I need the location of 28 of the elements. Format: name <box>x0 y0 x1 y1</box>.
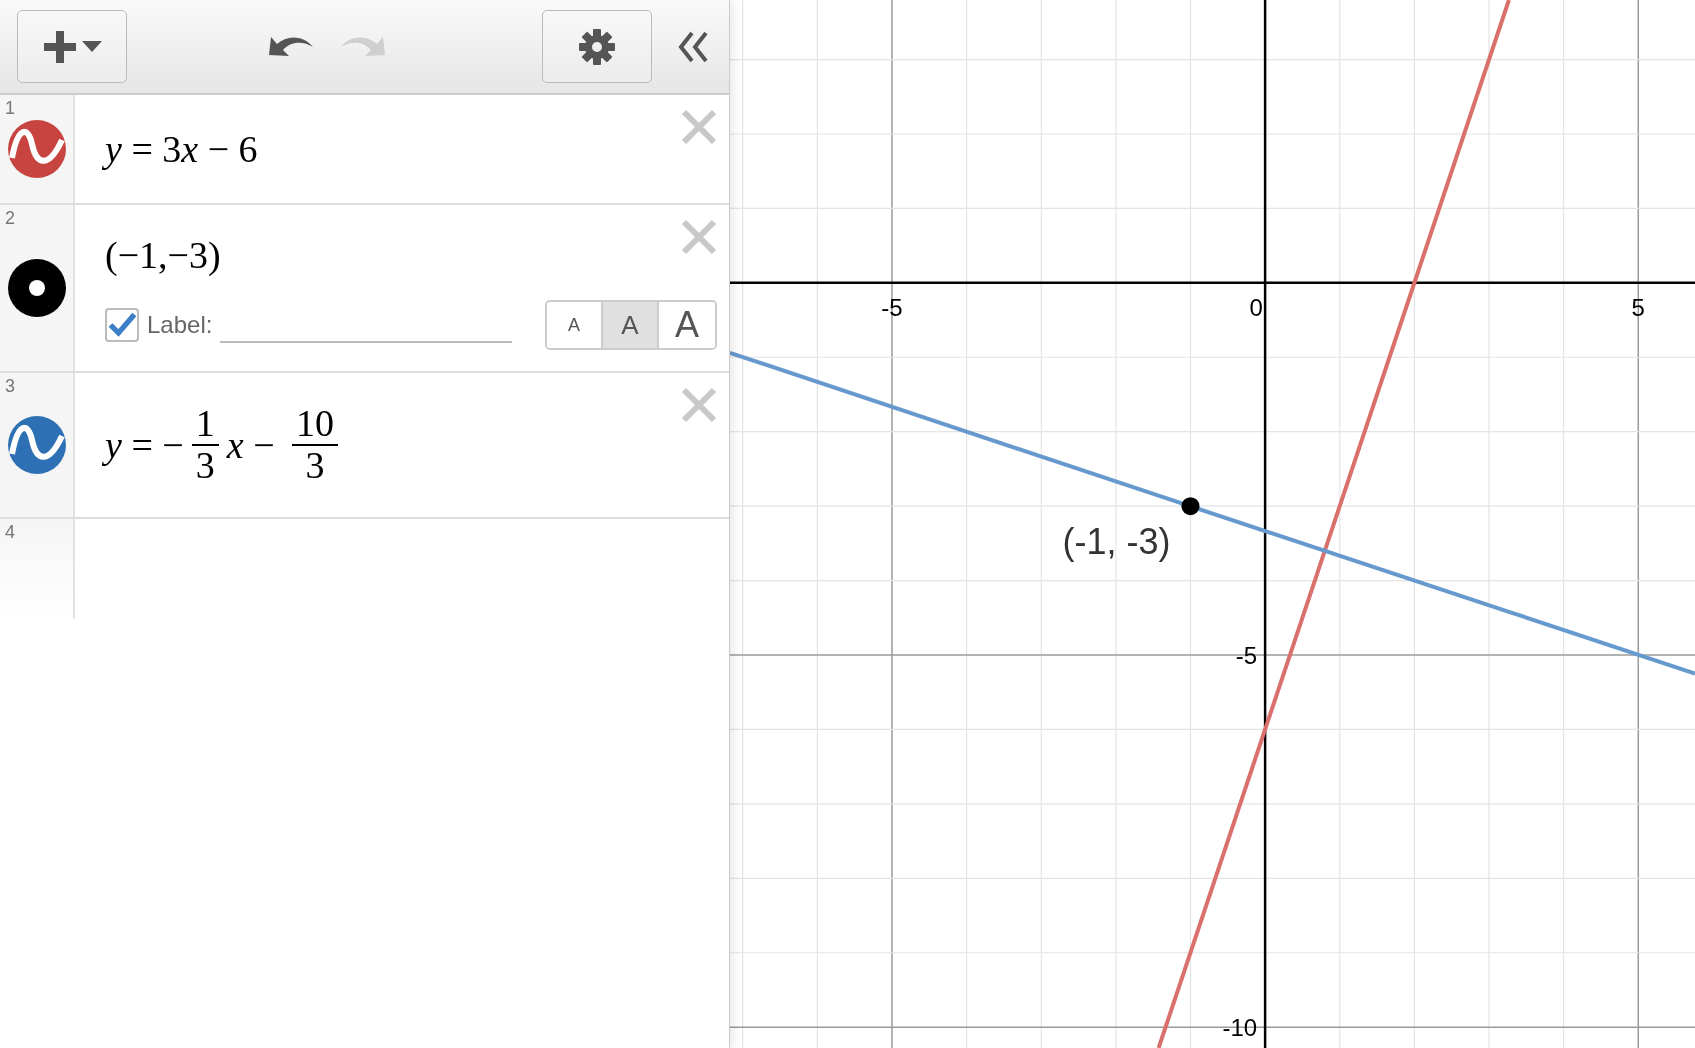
close-icon <box>681 219 717 255</box>
line-number: 1 <box>5 99 15 117</box>
line-number: 2 <box>5 209 15 227</box>
plus-icon <box>42 28 78 65</box>
label-size-button[interactable]: A <box>547 301 603 348</box>
point-label: (-1, -3) <box>1062 521 1171 563</box>
add-button[interactable] <box>17 10 127 83</box>
close-icon <box>681 387 717 423</box>
settings-button[interactable] <box>542 10 652 83</box>
tick-label: 0 <box>1249 293 1263 321</box>
line-number: 4 <box>5 523 15 541</box>
label-text: Label: <box>147 309 213 340</box>
math-expression[interactable]: (−1,−3) <box>105 226 699 284</box>
tick-label: -10 <box>1222 1014 1258 1042</box>
tick-label: -5 <box>1235 642 1258 669</box>
graph-area[interactable]: -5 0 5 -5 -10 (-1, -3) <box>730 0 1695 1048</box>
label-size-button[interactable]: A <box>603 301 659 348</box>
caret-icon <box>82 40 102 53</box>
close-icon <box>681 109 717 145</box>
wave-icon[interactable] <box>7 120 66 178</box>
tick-label: 5 <box>1631 293 1645 321</box>
label-checkbox[interactable] <box>105 307 139 342</box>
wave-icon[interactable] <box>7 416 66 474</box>
line-number: 3 <box>5 377 15 395</box>
point-style-icon[interactable] <box>7 259 66 317</box>
point-marker[interactable] <box>1181 497 1200 516</box>
tick-label: -5 <box>881 293 903 321</box>
settings-icon <box>578 27 616 66</box>
